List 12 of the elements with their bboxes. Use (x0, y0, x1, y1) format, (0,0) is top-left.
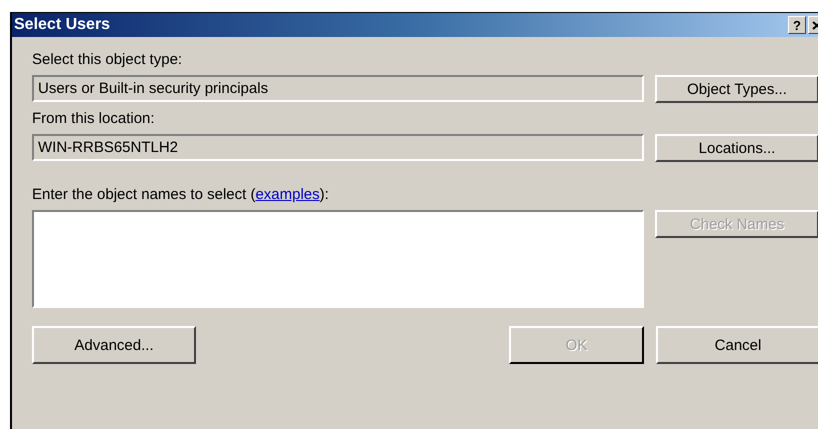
help-button[interactable]: ? (788, 16, 806, 34)
location-field: WIN-RRBS65NTLH2 (32, 134, 644, 161)
field-label: Enter the object names to select (examples): (32, 186, 330, 205)
examples-link[interactable]: examples (255, 186, 320, 203)
field-label: From this location: (32, 110, 156, 129)
dialog-button[interactable]: Advanced... (32, 326, 196, 364)
dialog-button[interactable]: Locations... (655, 134, 818, 162)
dialog-button[interactable]: Cancel (656, 326, 818, 364)
field-label: Select this object type: (32, 51, 184, 70)
dialog-button[interactable]: Object Types... (655, 75, 818, 103)
window-title: Select Users (14, 16, 112, 34)
object-type-field: Users or Built-in security principals (32, 75, 644, 102)
